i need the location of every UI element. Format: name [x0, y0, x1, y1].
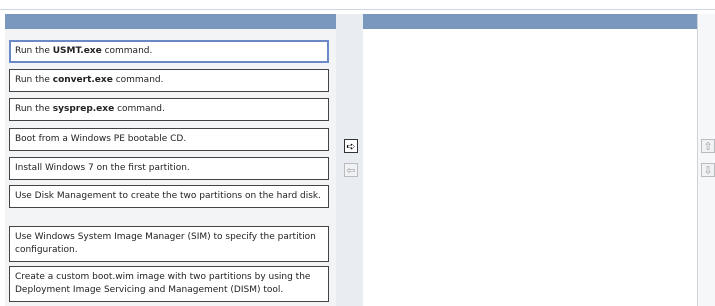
move-down-button[interactable]: ⇩ [701, 163, 715, 177]
arrow-left-icon: ⇦ [346, 163, 356, 177]
list-item[interactable]: Use Disk Management to create the two pa… [9, 185, 329, 208]
arrow-down-icon: ⇩ [703, 163, 713, 177]
list-item[interactable]: Create a custom boot.wim image with two … [9, 266, 329, 302]
top-divider [0, 9, 715, 10]
target-answer-area[interactable] [363, 14, 698, 306]
move-left-button[interactable]: ⇦ [344, 163, 358, 177]
list-item[interactable]: Run the USMT.exe command. [9, 40, 329, 63]
arrow-right-icon: ➪ [346, 139, 356, 153]
source-answer-area: Run the USMT.exe command. Run the conver… [5, 14, 336, 306]
move-up-button[interactable]: ⇧ [701, 139, 715, 153]
list-item[interactable]: Run the sysprep.exe command. [9, 98, 329, 121]
arrow-up-icon: ⇧ [703, 139, 713, 153]
reorder-controls-column [698, 14, 715, 306]
list-item[interactable]: Run the convert.exe command. [9, 69, 329, 92]
list-item[interactable]: Install Windows 7 on the first partition… [9, 157, 329, 180]
move-right-button[interactable]: ➪ [344, 139, 358, 153]
transfer-controls-column [336, 14, 363, 306]
target-drop-area[interactable] [363, 29, 697, 306]
source-header-bar [5, 14, 336, 29]
list-item[interactable]: Use Windows System Image Manager (SIM) t… [9, 226, 329, 262]
target-header-bar [363, 14, 697, 29]
list-item[interactable]: Boot from a Windows PE bootable CD. [9, 128, 329, 151]
